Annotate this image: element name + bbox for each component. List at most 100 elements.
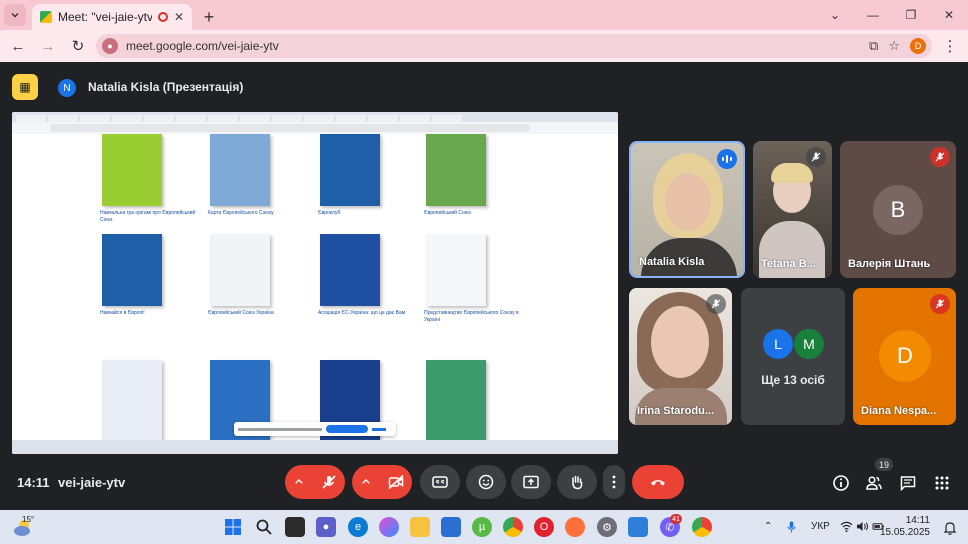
meet-header: ▦ N Natalia Kisla (Презентація) (0, 62, 968, 112)
chrome-icon[interactable] (503, 517, 523, 537)
bookmark-star-icon[interactable]: ☆ (888, 38, 900, 54)
microphone-permission-icon[interactable]: ● (102, 38, 118, 54)
more-options-button[interactable] (603, 465, 625, 499)
meeting-details-button[interactable] (830, 472, 852, 494)
reload-button[interactable]: ↻ (66, 34, 90, 58)
opera-icon[interactable]: O (534, 517, 554, 537)
brochure-title[interactable]: Представництво Європейського Союзу в Укр… (424, 310, 524, 324)
brochure-title[interactable]: Навчайся в Європі! (100, 310, 200, 317)
brochure-title[interactable]: Євроклуб (318, 210, 418, 217)
participant-tile-natalia[interactable]: Natalia Kisla (629, 141, 745, 278)
present-screen-icon (523, 475, 539, 489)
people-button[interactable] (863, 472, 885, 494)
utorrent-icon[interactable]: µ (472, 517, 492, 537)
tab-title: Meet: "vei-jaie-ytv" (58, 10, 152, 24)
brochure-cover[interactable] (102, 134, 162, 206)
participant-avatar-m: M (794, 329, 824, 359)
close-tab-icon[interactable]: ✕ (174, 10, 184, 24)
brochure-cover[interactable] (320, 234, 380, 306)
wifi-icon[interactable] (840, 521, 853, 532)
brochure-cover[interactable] (426, 134, 486, 206)
browser-menu-icon[interactable]: ⋮ (938, 34, 962, 58)
raise-hand-button[interactable] (557, 465, 597, 499)
photos-icon[interactable] (628, 517, 648, 537)
tray-overflow-icon[interactable]: ⌃ (764, 521, 772, 532)
mic-toggle-button[interactable] (285, 465, 345, 499)
tab-search-button[interactable] (4, 4, 26, 26)
camera-toggle-button[interactable] (352, 465, 412, 499)
brochure-cover[interactable] (102, 234, 162, 306)
translate-icon[interactable]: ⧉ (869, 38, 878, 54)
browser-tab-meet[interactable]: Meet: "vei-jaie-ytv" ✕ (32, 4, 192, 30)
muted-mic-icon (930, 294, 950, 314)
back-button[interactable]: ← (6, 34, 30, 58)
meeting-time: 14:11 (17, 475, 50, 490)
microphone-icon[interactable] (786, 520, 797, 534)
captions-button[interactable] (420, 465, 460, 499)
chevron-up-icon[interactable] (360, 476, 372, 488)
brochure-title[interactable]: Європейський Союз Україна (208, 310, 308, 317)
leave-call-button[interactable] (632, 465, 684, 499)
shared-toast (234, 422, 396, 436)
task-view-icon[interactable] (285, 517, 305, 537)
brochure-cover[interactable] (210, 134, 270, 206)
shared-browser-tabs (12, 112, 618, 122)
brochure-cover[interactable] (210, 234, 270, 306)
brochure-cover[interactable] (426, 360, 486, 440)
copilot-icon[interactable] (379, 517, 399, 537)
forward-button[interactable]: → (36, 34, 60, 58)
participant-face (665, 173, 711, 231)
microsoft-store-icon[interactable] (441, 517, 461, 537)
participant-tile-tetana[interactable]: Tetana B... (753, 141, 832, 278)
profile-avatar[interactable]: D (910, 38, 926, 54)
participant-hair (771, 163, 813, 183)
file-explorer-icon[interactable] (410, 517, 430, 537)
brochure-title[interactable]: Європейський Союз (424, 210, 524, 217)
chat-button[interactable] (897, 472, 919, 494)
search-icon[interactable] (254, 517, 274, 537)
teams-chat-icon[interactable]: ● (316, 517, 336, 537)
brochure-title[interactable]: Асоціація ЄС-Україна: що це дає Вам (318, 310, 418, 317)
meeting-code: vei-jaie-ytv (58, 475, 126, 490)
window-menu-icon[interactable]: ⌄ (816, 0, 854, 30)
settings-gear-icon[interactable]: ⚙ (597, 517, 617, 537)
brochure-title[interactable]: Навчальна гра орігамі про Європейський С… (100, 210, 200, 224)
brochure-cover[interactable] (102, 360, 162, 440)
participant-tile-others[interactable]: L M Ще 13 осіб (741, 288, 845, 425)
present-screen-button[interactable] (511, 465, 551, 499)
chevron-up-icon[interactable] (293, 476, 305, 488)
chrome-profile-icon[interactable] (692, 517, 712, 537)
edge-icon[interactable]: e (348, 517, 368, 537)
notification-bell-icon[interactable] (942, 520, 958, 536)
clock-date: 15.05.2025 (879, 527, 930, 538)
url-text: meet.google.com/vei-jaie-ytv (126, 39, 279, 53)
recording-indicator-icon (157, 12, 168, 22)
emoji-reactions-button[interactable] (466, 465, 506, 499)
participant-tile-irina[interactable]: Irina Starodu... (629, 288, 732, 425)
new-tab-button[interactable]: + (196, 4, 222, 30)
close-window-icon[interactable]: ✕ (930, 0, 968, 30)
presentation-icon[interactable]: ▦ (12, 74, 38, 100)
start-menu-icon[interactable] (223, 517, 243, 537)
firefox-icon[interactable] (565, 517, 585, 537)
brochure-title[interactable]: Карта Європейського Союзу (208, 210, 308, 217)
omnibox[interactable]: ● meet.google.com/vei-jaie-ytv ⧉ ☆ D (96, 34, 932, 58)
presenter-avatar: N (58, 79, 76, 97)
raise-hand-icon (572, 475, 583, 490)
brochure-cover[interactable] (426, 234, 486, 306)
keyboard-language[interactable]: УКР (811, 521, 830, 532)
activities-button[interactable] (931, 472, 953, 494)
participant-avatar: D (879, 330, 931, 382)
volume-icon[interactable] (856, 521, 869, 532)
participant-face (651, 306, 709, 378)
minimize-icon[interactable]: — (854, 0, 892, 30)
window-controls: ⌄ — ❐ ✕ (816, 0, 968, 30)
restore-icon[interactable]: ❐ (892, 0, 930, 30)
taskbar-clock[interactable]: 14:11 15.05.2025 (880, 515, 930, 539)
shared-taskbar (12, 440, 618, 454)
brochure-cover[interactable] (320, 134, 380, 206)
address-bar-row: ← → ↻ ● meet.google.com/vei-jaie-ytv ⧉ ☆… (0, 30, 968, 62)
participant-tile-valeria[interactable]: B Валерія Штань (840, 141, 956, 278)
participant-tile-diana[interactable]: D Diana Nespa... (853, 288, 956, 425)
muted-mic-icon (930, 147, 950, 167)
